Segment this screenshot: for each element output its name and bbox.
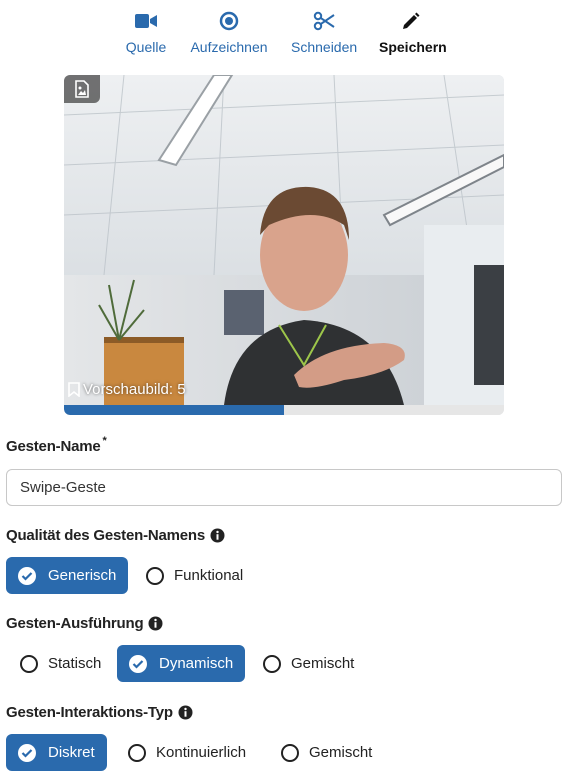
- tab-aufzeichnen[interactable]: Aufzeichnen: [189, 8, 269, 55]
- progress-fill: [64, 405, 284, 415]
- tab-quelle-label: Quelle: [125, 39, 167, 55]
- check-icon: [129, 654, 147, 673]
- option-dynamisch-label: Dynamisch: [159, 655, 234, 672]
- radio-icon: [20, 654, 38, 673]
- gesture-name-input[interactable]: [6, 469, 562, 506]
- option-funktional-label: Funktional: [174, 567, 244, 584]
- option-statisch[interactable]: Statisch: [20, 645, 101, 682]
- option-diskret-label: Diskret: [48, 744, 95, 761]
- radio-icon: [128, 743, 146, 762]
- execution-label-text: Gesten-Ausführung: [6, 615, 144, 632]
- pencil-icon: [379, 8, 443, 34]
- option-gemischt-execution-label: Gemischt: [291, 655, 355, 672]
- radio-icon: [146, 566, 164, 585]
- execution-label: Gesten-Ausführung: [6, 615, 163, 632]
- tab-schneiden-label: Schneiden: [291, 39, 358, 55]
- preview-photo: [64, 75, 504, 405]
- check-icon: [18, 743, 36, 762]
- option-funktional[interactable]: Funktional: [146, 557, 243, 594]
- option-dynamisch[interactable]: Dynamisch: [117, 645, 246, 682]
- option-diskret[interactable]: Diskret: [6, 734, 107, 771]
- gesture-name-label-text: Gesten-Name: [6, 438, 101, 455]
- thumbnail-label-text: Vorschaubild: 5: [83, 380, 186, 398]
- video-preview[interactable]: Vorschaubild: 5: [64, 75, 504, 415]
- check-icon: [18, 566, 36, 585]
- info-icon[interactable]: [210, 528, 225, 543]
- gesture-name-label: Gesten-Name *: [6, 434, 107, 456]
- option-kontinuierlich[interactable]: Kontinuierlich: [128, 734, 246, 771]
- name-quality-label-text: Qualität des Gesten-Namens: [6, 527, 206, 544]
- thumbnail-progress-bar[interactable]: [64, 405, 504, 415]
- record-icon: [189, 8, 269, 34]
- option-gemischt-interaction-label: Gemischt: [309, 744, 373, 761]
- option-generisch[interactable]: Generisch: [6, 557, 129, 594]
- video-camera-icon: [124, 8, 168, 34]
- tab-speichern[interactable]: Speichern: [379, 8, 447, 55]
- tab-quelle[interactable]: Quelle: [124, 8, 168, 55]
- toolbar: Quelle Aufzeichnen Schneiden Speichern: [0, 0, 569, 66]
- bookmark-icon: [68, 381, 80, 397]
- tab-schneiden[interactable]: Schneiden: [291, 8, 357, 55]
- info-icon[interactable]: [148, 616, 163, 631]
- interaction-type-label-text: Gesten-Interaktions-Typ: [6, 704, 173, 721]
- option-generisch-label: Generisch: [48, 567, 117, 584]
- required-mark: *: [102, 434, 107, 447]
- option-gemischt-execution[interactable]: Gemischt: [263, 645, 354, 682]
- name-quality-label: Qualität des Gesten-Namens: [6, 527, 225, 544]
- radio-icon: [263, 654, 281, 673]
- radio-icon: [281, 743, 299, 762]
- image-icon[interactable]: [64, 75, 100, 103]
- option-kontinuierlich-label: Kontinuierlich: [156, 744, 247, 761]
- interaction-type-label: Gesten-Interaktions-Typ: [6, 704, 193, 721]
- info-icon[interactable]: [178, 705, 193, 720]
- thumbnail-label: Vorschaubild: 5: [68, 375, 186, 403]
- tab-speichern-label: Speichern: [379, 39, 447, 55]
- scissors-icon: [291, 8, 357, 34]
- tab-aufzeichnen-label: Aufzeichnen: [190, 39, 268, 55]
- option-statisch-label: Statisch: [48, 655, 102, 672]
- option-gemischt-interaction[interactable]: Gemischt: [281, 734, 372, 771]
